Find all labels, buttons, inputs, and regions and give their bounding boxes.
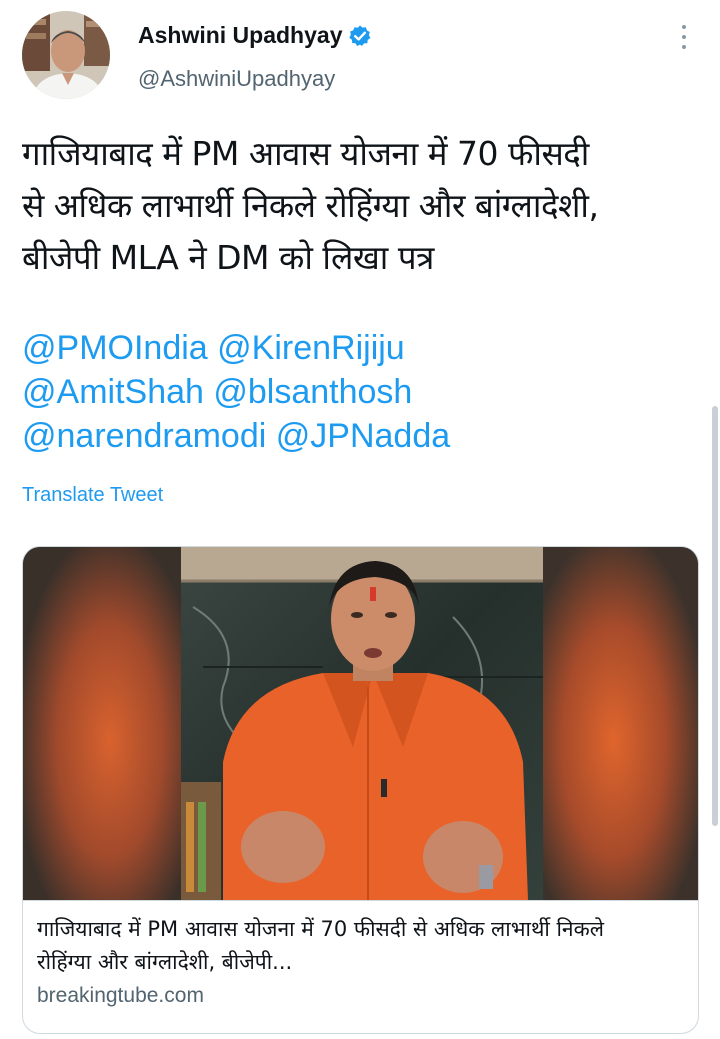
avatar[interactable] [22,11,110,99]
author-name-row: Ashwini Upadhyay [138,22,372,49]
more-dot [682,45,686,49]
tweet-mentions: @PMOIndia @KirenRijiju @AmitShah @blsant… [22,326,702,458]
tweet-text-line: बीजेपी MLA ने DM को लिखा पत्र [22,238,434,277]
mention-row: @AmitShah @blsanthosh [22,370,702,414]
link-preview-domain: breakingtube.com [37,984,204,1007]
link-preview-image[interactable] [23,547,698,900]
more-options-icon[interactable] [676,22,692,52]
tweet-text-line: गाजियाबाद में PM आवास योजना में 70 फीसदी [22,134,589,173]
tweet-text-line: से अधिक लाभार्थी निकले रोहिंग्या और बांग… [22,186,599,225]
mention-link[interactable]: @JPNadda [276,417,450,455]
author-handle[interactable]: @AshwiniUpadhyay [138,66,335,92]
scrollbar[interactable] [712,406,718,826]
verified-badge-icon [348,24,372,48]
link-preview-title: गाजियाबाद में PM आवास योजना में 70 फीसदी… [37,913,686,979]
mention-link[interactable]: @AmitShah [22,373,204,411]
translate-tweet-link[interactable]: Translate Tweet [22,484,163,507]
author-display-name[interactable]: Ashwini Upadhyay [138,22,342,49]
mention-link[interactable]: @PMOIndia [22,329,208,367]
tweet-header: Ashwini Upadhyay @AshwiniUpadhyay [0,0,720,110]
mention-row: @PMOIndia @KirenRijiju [22,326,702,370]
link-preview-title-line: गाजियाबाद में PM आवास योजना में 70 फीसदी… [37,917,604,941]
more-dot [682,25,686,29]
mention-link[interactable]: @narendramodi [22,417,266,455]
mention-link[interactable]: @KirenRijiju [217,329,405,367]
tweet-text: गाजियाबाद में PM आवास योजना में 70 फीसदी… [22,128,702,284]
link-preview-card[interactable]: गाजियाबाद में PM आवास योजना में 70 फीसदी… [22,546,699,1034]
mention-row: @narendramodi @JPNadda [22,414,702,458]
more-dot [682,35,686,39]
link-preview-title-line: रोहिंग्या और बांग्लादेशी, बीजेपी... [37,950,293,974]
mention-link[interactable]: @blsanthosh [213,373,412,411]
link-preview-body[interactable]: गाजियाबाद में PM आवास योजना में 70 फीसदी… [23,900,698,1033]
